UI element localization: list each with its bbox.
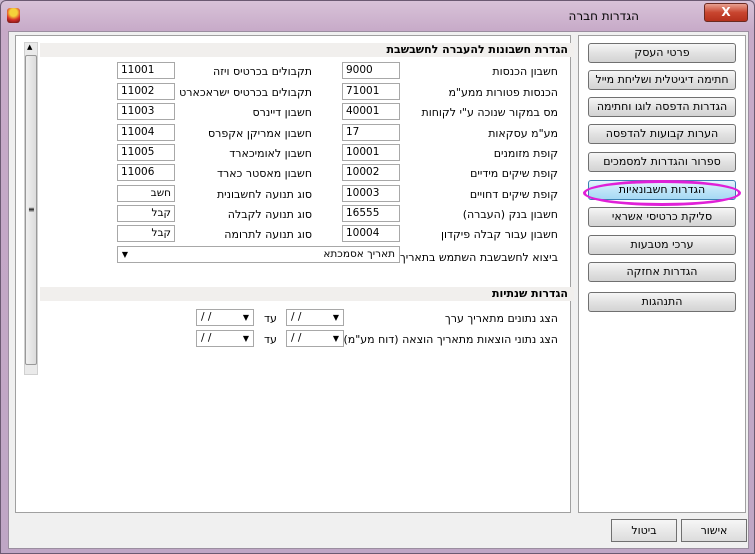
field-label: חשבון הכנסות xyxy=(492,65,558,78)
field-label: תקבולים בכרטיס ויזה xyxy=(213,65,312,78)
field-label: קופת מזומנים xyxy=(493,147,558,160)
field-label: חשבון דיינרס xyxy=(252,106,312,119)
ok-button[interactable]: אישור xyxy=(681,519,747,542)
date-value: / / xyxy=(291,332,302,344)
grip-icon: ≡ xyxy=(28,205,35,214)
account-input[interactable]: 11006 xyxy=(117,164,175,181)
export-date-value: תאריך אסמכתא xyxy=(323,248,395,260)
dialog-window: הגדרות חברה X ▲ ≡ הגדרת חשבונות להעברה ל… xyxy=(0,0,755,554)
field-label: סוג תנועה לקבלה xyxy=(227,208,312,221)
nav-button[interactable]: חתימה דיגיטלית ושליחת מייל xyxy=(588,70,736,90)
nav-button[interactable]: התנהגות xyxy=(588,292,736,312)
nav-button[interactable]: ספרור והגדרות למסמכים xyxy=(588,152,736,172)
to-label: עד xyxy=(264,312,277,325)
account-input[interactable]: 11005 xyxy=(117,144,175,161)
annual-row-label: הצג נתונים מתאריך ערך xyxy=(444,312,558,325)
navigation-panel: פרטי העסק חתימה דיגיטלית ושליחת מייל הגדרו… xyxy=(578,35,746,513)
transaction-type-input[interactable]: קבל xyxy=(117,205,175,222)
account-input[interactable]: 10002 xyxy=(342,164,400,181)
nav-button[interactable]: פרטי העסק xyxy=(588,43,736,63)
window-title: הגדרות חברה xyxy=(568,9,639,23)
annual-row-label: הצג נתוני הוצאות מתאריך הוצאה (דוח מע"מ) xyxy=(343,333,558,346)
account-input[interactable]: 10001 xyxy=(342,144,400,161)
field-label: סוג תנועה לתרומה xyxy=(224,228,312,241)
date-from-select[interactable]: / / ▼ xyxy=(286,330,344,347)
account-input[interactable]: 11004 xyxy=(117,124,175,141)
nav-button[interactable]: הערות קבועות להדפסה xyxy=(588,124,736,144)
date-to-select[interactable]: / / ▼ xyxy=(196,309,254,326)
cancel-button[interactable]: ביטול xyxy=(611,519,677,542)
field-label: חשבון בנק (העברה) xyxy=(462,208,558,221)
client-area: ▲ ≡ הגדרת חשבונות להעברה לחשבשבת הגדרות … xyxy=(8,31,749,549)
scroll-up-arrow-icon[interactable]: ▲ xyxy=(27,43,32,51)
transaction-type-input[interactable]: חשב xyxy=(117,185,175,202)
account-input[interactable]: 11002 xyxy=(117,83,175,100)
field-label: חשבון עבור קבלה פיקדון xyxy=(440,228,558,241)
field-label: קופת שיקים מידיים xyxy=(470,167,558,180)
account-input[interactable]: 71001 xyxy=(342,83,400,100)
chevron-down-icon: ▼ xyxy=(332,313,340,322)
date-value: / / xyxy=(201,311,212,323)
nav-button[interactable]: ערכי מטבעות xyxy=(588,235,736,255)
close-button[interactable]: X xyxy=(704,3,748,22)
nav-button[interactable]: הגדרות אחזקה xyxy=(588,262,736,282)
accounting-section-title: הגדרת חשבונות להעברה לחשבשבת xyxy=(40,43,574,57)
account-input[interactable]: 9000 xyxy=(342,62,400,79)
field-label: חשבון אמריקן אקפרס xyxy=(208,127,312,140)
nav-button[interactable]: סליקת כרטיסי אשראי xyxy=(588,207,736,227)
to-label: עד xyxy=(264,333,277,346)
account-input[interactable]: 10003 xyxy=(342,185,400,202)
account-input[interactable]: 17 xyxy=(342,124,400,141)
account-input[interactable]: 11003 xyxy=(117,103,175,120)
account-input[interactable]: 16555 xyxy=(342,205,400,222)
account-input[interactable]: 40001 xyxy=(342,103,400,120)
field-label: מס במקור שנוכה ע"י לקוחות xyxy=(421,106,558,119)
field-label: קופת שיקים דחויים xyxy=(469,188,558,201)
account-input[interactable]: 11001 xyxy=(117,62,175,79)
field-label: הכנסות פטורות ממע"מ xyxy=(448,86,558,99)
transaction-type-input[interactable]: קבל xyxy=(117,225,175,242)
account-input[interactable]: 10004 xyxy=(342,225,400,242)
nav-button[interactable]: הגדרות הדפסה לוגו וחתימה xyxy=(588,97,736,117)
date-to-select[interactable]: / / ▼ xyxy=(196,330,254,347)
field-label: חשבון לאומיכארד xyxy=(229,147,312,160)
scrollbar-thumb[interactable]: ≡ xyxy=(25,55,37,365)
app-icon xyxy=(7,8,20,23)
chevron-down-icon: ▼ xyxy=(332,334,340,343)
date-value: / / xyxy=(201,332,212,344)
title-bar: הגדרות חברה X xyxy=(1,1,754,31)
export-date-select[interactable]: ▼ תאריך אסמכתא xyxy=(117,246,400,263)
export-date-label: ביצוא לחשבשבת השתמש בתאריך xyxy=(399,251,558,264)
chevron-down-icon: ▼ xyxy=(242,334,250,343)
chevron-down-icon: ▼ xyxy=(242,313,250,322)
vertical-scrollbar[interactable]: ▲ ≡ xyxy=(24,42,38,375)
annual-section-title: הגדרות שנתיות xyxy=(40,287,574,301)
settings-form-panel: ▲ ≡ הגדרת חשבונות להעברה לחשבשבת הגדרות … xyxy=(15,35,574,513)
field-label: מע"מ עסקאות xyxy=(488,127,558,140)
highlight-ellipse xyxy=(583,180,741,206)
date-value: / / xyxy=(291,311,302,323)
date-from-select[interactable]: / / ▼ xyxy=(286,309,344,326)
field-label: סוג תנועה לחשבונית xyxy=(216,188,312,201)
field-label: חשבון מאסטר כארד xyxy=(216,167,312,180)
field-label: תקבולים בכרטיס ישראכארט xyxy=(179,86,312,99)
chevron-down-icon: ▼ xyxy=(121,250,129,259)
